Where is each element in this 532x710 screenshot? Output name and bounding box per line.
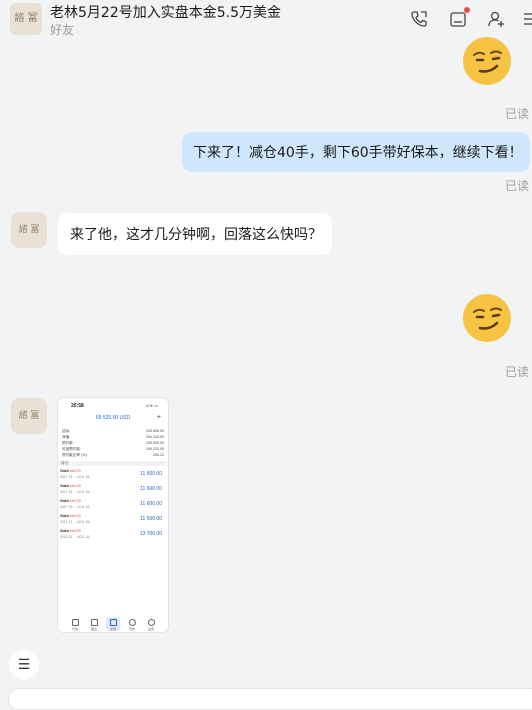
position-row: Gold sell 20 4017.19 → 4011.46 11 600.00 (60, 469, 162, 479)
tab-quotes: 行情 (68, 617, 82, 631)
menu-button[interactable]: ☰ (9, 650, 39, 680)
image-message-thumbnail[interactable]: 20:58 ııl ≋ ▭ 69 520.00 USD + 结余: 194 600… (58, 398, 168, 632)
position-row: Gold sell 20 4017.19 → 4011.46 11 600.00 (60, 484, 162, 494)
tab-settings: 设置 (144, 617, 158, 631)
notification-dot (464, 7, 470, 13)
more-icon[interactable] (522, 10, 532, 28)
read-receipt: 已读 (505, 179, 530, 193)
position-row: Gold sell 20 4017.20 → 4011.46 11 600.00 (60, 499, 162, 509)
other-message-bubble[interactable]: 来了他，这才几分钟啊，回落这么快吗？ (58, 213, 332, 255)
smirk-emoji-icon (463, 37, 511, 85)
sender-avatar[interactable]: 諮 冨 (11, 398, 47, 434)
positions-header: 持仓 ··· (58, 461, 168, 466)
screenshot-status-bar: ııl ≋ ▭ (145, 403, 158, 408)
tab-trade: 交易 (106, 617, 120, 631)
smirk-emoji-icon (463, 294, 511, 342)
position-row: Gold sell 20 4017.21 → 4011.46 11 500.00 (60, 514, 162, 524)
notes-icon[interactable] (449, 10, 467, 28)
menu-icon: ☰ (17, 657, 31, 673)
contact-avatar[interactable]: 諮 冨 (10, 3, 42, 35)
chat-title: 老林5月22号加入实盘本金5.5万美金 (50, 5, 281, 21)
read-receipt: 已读 (505, 107, 530, 121)
chat-header: 諮 冨 老林5月22号加入实盘本金5.5万美金 好友 (0, 0, 532, 42)
position-row: Gold sell 20 4018.31 → 4011.46 13 700.00 (60, 529, 162, 539)
screenshot-balance: 69 520.00 USD (95, 415, 131, 421)
screenshot-time: 20:58 (71, 403, 84, 409)
plus-icon: + (156, 414, 161, 421)
contact-relation: 好友 (50, 23, 75, 37)
tab-chart: 图表 (87, 617, 101, 631)
my-message-bubble[interactable]: 下来了！减仓40手，剩下60手带好保本，继续下看！ (182, 132, 530, 172)
tab-history: 历史 (125, 617, 139, 631)
read-receipt: 已读 (505, 365, 530, 379)
add-user-icon[interactable] (487, 10, 505, 28)
screenshot-tabbar: 行情 图表 交易 历史 设置 (58, 617, 168, 631)
sender-avatar[interactable]: 諮 冨 (11, 212, 47, 248)
call-icon[interactable] (410, 10, 428, 28)
account-row: 预付款比率 (%): 254.12 (62, 453, 164, 457)
message-input[interactable] (8, 688, 532, 710)
